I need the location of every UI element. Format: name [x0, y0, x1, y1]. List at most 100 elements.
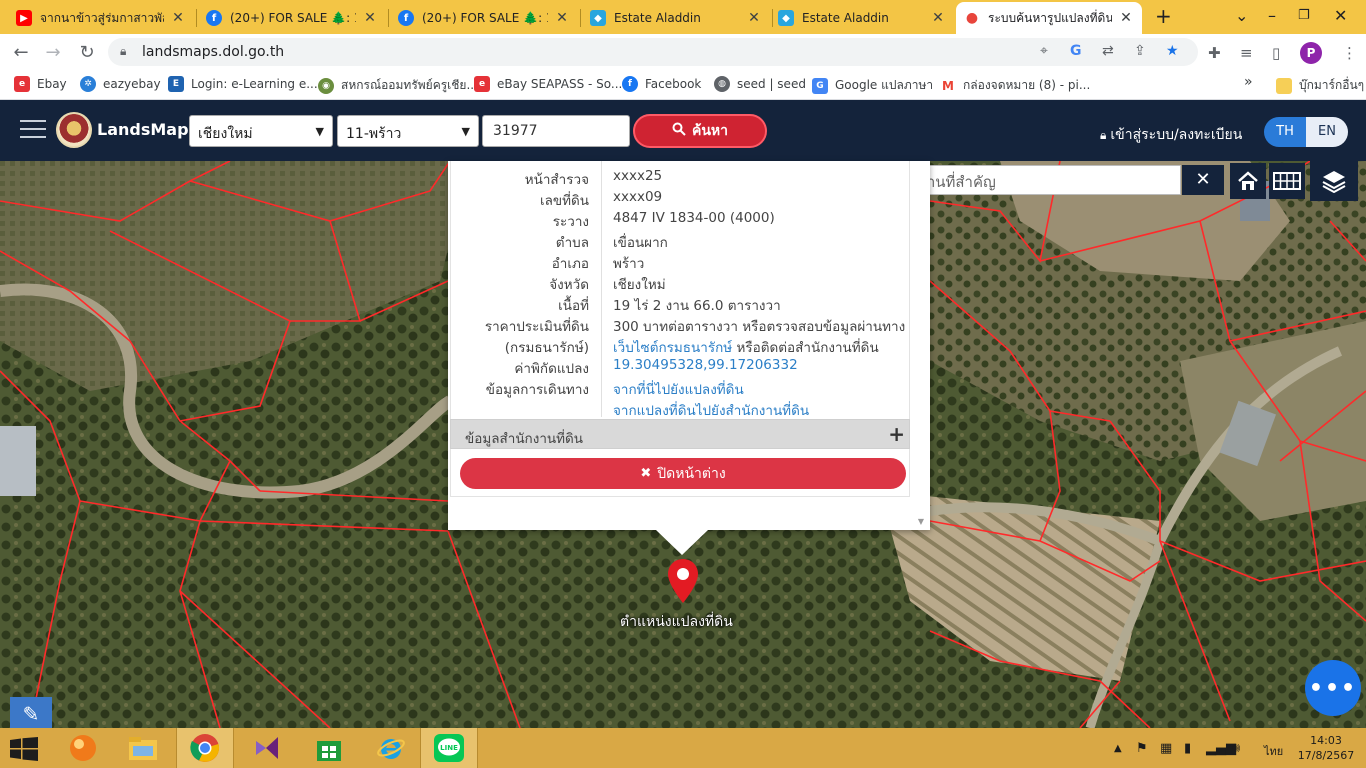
system-clock[interactable]: 14:03 17/8/2567 [1292, 733, 1360, 763]
bookmark-eazyebay[interactable]: ✲ eazyebay [80, 76, 161, 92]
close-window-icon[interactable]: ✕ [1334, 6, 1347, 25]
taskbar-store[interactable] [300, 728, 358, 768]
browser-tab-2[interactable]: f (20+) FOR SALE 🌲: 15... ✕ [198, 2, 386, 34]
browser-tab-3[interactable]: f (20+) FOR SALE 🌲: 15... ✕ [390, 2, 578, 34]
chrome-icon [190, 734, 220, 762]
google-icon[interactable]: G [1070, 43, 1082, 59]
bookmarks-more[interactable]: » [1244, 74, 1253, 90]
clock-time: 14:03 [1310, 734, 1342, 747]
network-icon[interactable]: ▦ [1160, 741, 1172, 756]
taskbar-visual-studio[interactable] [238, 728, 296, 768]
back-icon[interactable]: ← [10, 42, 32, 63]
search-button-label: ค้นหา [691, 123, 729, 139]
facebook-icon: f [622, 76, 638, 92]
bookmark-ebay[interactable]: e Ebay [14, 76, 67, 92]
brand-name: LandsMaps [97, 120, 199, 139]
taskbar-explorer[interactable] [114, 728, 172, 768]
close-icon[interactable]: ✕ [1118, 10, 1134, 26]
close-icon[interactable]: ✕ [362, 10, 378, 26]
svg-text:LINE: LINE [440, 744, 458, 752]
close-icon[interactable]: ✕ [170, 10, 186, 26]
bookmark-facebook[interactable]: f Facebook [622, 76, 701, 92]
bookmark-label: Facebook [645, 77, 702, 91]
province-select[interactable]: เชียงใหม่ ▼ [189, 115, 333, 147]
reload-icon[interactable]: ↻ [76, 42, 98, 63]
search-icon [672, 122, 686, 140]
browser-tab-active[interactable]: ● ระบบค้นหารูปแปลงที่ดิน (La... ✕ [956, 2, 1142, 34]
battery-icon[interactable]: ▮ [1184, 741, 1191, 756]
taskbar-chrome[interactable] [176, 728, 234, 768]
clear-search-icon[interactable]: ✕ [1182, 165, 1224, 195]
district-select[interactable]: 11-พร้าว ▼ [337, 115, 479, 147]
side-panel-icon[interactable]: ▯ [1272, 44, 1280, 62]
bookmark-gmail[interactable]: M กล่องจดหมาย (8) - pi... [940, 76, 1090, 95]
parcel-number-input[interactable]: 31977 [482, 115, 630, 147]
parcel-row: ระวาง 4847 IV 1834-00 (4000) [451, 206, 911, 230]
browser-tab-5[interactable]: ◆ Estate Aladdin ✕ [770, 2, 954, 34]
flag-icon[interactable]: ⚑ [1136, 741, 1148, 756]
district-value: 11-พร้าว [346, 126, 402, 142]
login-link[interactable]: 🔒︎ เข้าสู่ระบบ/ลงทะเบียน [1100, 124, 1242, 146]
search-button[interactable]: ค้นหา [633, 114, 767, 148]
close-icon[interactable]: ✕ [554, 10, 570, 26]
bookmark-elearning[interactable]: E Login: e-Learning e... [168, 76, 318, 92]
internet-explorer-icon [377, 739, 405, 759]
map-pin-icon[interactable] [666, 557, 700, 609]
reading-list-icon[interactable]: ≡ [1240, 44, 1253, 62]
browser-tab-4[interactable]: ◆ Estate Aladdin ✕ [582, 2, 770, 34]
close-popup-button[interactable]: ✖ ปิดหน้าต่าง [460, 458, 906, 489]
extensions-icon[interactable]: ✚ [1208, 44, 1221, 62]
close-icon: ✖ [640, 466, 652, 481]
parcel-row: ราคาประเมินที่ดิน 300 บาทต่อตารางวา หรือ… [451, 311, 911, 335]
bookmark-ebay-seapass[interactable]: e eBay SEAPASS - So... [474, 76, 622, 92]
tab-title: (20+) FOR SALE 🌲: 15... [230, 11, 356, 25]
measure-tool-icon[interactable]: ✎ [10, 697, 52, 731]
land-office-section[interactable]: ข้อมูลสำนักงานที่ดิน + [450, 419, 910, 449]
taskbar-line[interactable]: LINE [420, 728, 478, 768]
new-tab-icon[interactable]: + [1155, 4, 1172, 28]
tab-title: จากนาข้าวสู่ร่มกาสาวพัสตร์ [40, 10, 164, 25]
windows-start-icon[interactable] [10, 737, 38, 761]
chat-button[interactable]: ••• [1305, 660, 1361, 716]
chevron-down-icon[interactable]: ⌄ [1235, 6, 1248, 25]
scroll-down-icon[interactable]: ▼ [918, 517, 924, 526]
lock-icon[interactable]: 🔒︎ [120, 44, 126, 59]
expand-icon[interactable]: + [888, 422, 905, 446]
input-language[interactable]: ไทย [1264, 742, 1283, 760]
browser-tab-1[interactable]: ▶ จากนาข้าวสู่ร่มกาสาวพัสตร์ ✕ [8, 2, 194, 34]
bookmark-star-icon[interactable]: ★ [1166, 43, 1179, 59]
omnibox[interactable]: 🔒︎ landsmaps.dol.go.th ⌖ G ⇄ ⇪ ★ [108, 38, 1198, 66]
taskbar-app-1[interactable] [54, 728, 112, 768]
share-icon[interactable]: ⇪ [1134, 43, 1146, 59]
route-to-office-link[interactable]: จากแปลงที่ดินไปยังสำนักงานที่ดิน [613, 399, 809, 421]
parcel-row: เลขที่ดิน xxxx09 [451, 185, 911, 209]
bookmark-seed[interactable]: ◍ seed | seed [714, 76, 806, 92]
volume-icon[interactable]: 🔊︎ [1232, 741, 1240, 756]
bookmarks-other-folder[interactable]: บุ๊กมาร์กอื่นๆ [1276, 76, 1364, 95]
forward-icon[interactable]: → [42, 42, 64, 63]
profile-avatar[interactable]: P [1300, 42, 1322, 64]
windows-taskbar: LINE ▲ ⚑ ▦ ▮ ▂▄▆ 🔊︎ ไทย 14:03 17/8/2567 [0, 728, 1366, 768]
restore-icon[interactable]: ❐ [1298, 8, 1310, 23]
location-icon[interactable]: ⌖ [1040, 43, 1048, 59]
grid-icon[interactable] [1269, 163, 1305, 199]
url-text[interactable]: landsmaps.dol.go.th [142, 44, 284, 60]
kebab-menu-icon[interactable]: ⋮ [1342, 44, 1357, 62]
translate-icon[interactable]: ⇄ [1102, 43, 1114, 59]
bookmark-google-translate[interactable]: G Google แปลภาษา [812, 76, 933, 95]
taskbar-internet-explorer[interactable] [362, 728, 420, 768]
eazyebay-icon: ✲ [80, 76, 96, 92]
lang-th-button[interactable]: TH [1264, 117, 1306, 147]
close-icon[interactable]: ✕ [746, 10, 762, 26]
home-icon[interactable] [1230, 163, 1266, 199]
visual-studio-icon [256, 737, 278, 759]
lang-en-button[interactable]: EN [1306, 117, 1348, 147]
layers-icon[interactable] [1310, 161, 1358, 201]
minimize-icon[interactable]: – [1268, 6, 1276, 25]
tray-up-arrow-icon[interactable]: ▲ [1114, 743, 1122, 754]
close-icon[interactable]: ✕ [930, 10, 946, 26]
bookmark-coop[interactable]: ◉ สหกรณ์ออมทรัพย์ครูเชีย... [318, 76, 478, 95]
coordinates-link[interactable]: 19.30495328,99.17206332 [613, 357, 798, 373]
hamburger-menu-icon[interactable] [20, 120, 46, 140]
lock-icon: 🔒︎ [1100, 128, 1107, 142]
